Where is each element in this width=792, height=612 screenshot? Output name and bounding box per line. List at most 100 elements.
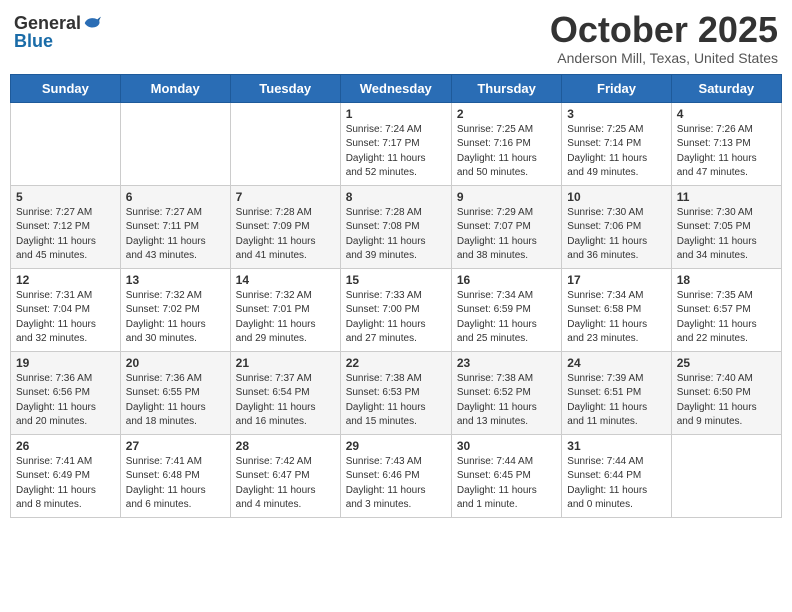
day-info: Sunrise: 7:29 AM Sunset: 7:07 PM Dayligh… bbox=[457, 206, 556, 264]
day-number: 17 bbox=[567, 273, 665, 287]
day-info: Sunrise: 7:24 AM Sunset: 7:17 PM Dayligh… bbox=[346, 123, 446, 181]
day-info: Sunrise: 7:32 AM Sunset: 7:01 PM Dayligh… bbox=[236, 289, 335, 347]
day-number: 30 bbox=[457, 439, 556, 453]
day-info: Sunrise: 7:34 AM Sunset: 6:59 PM Dayligh… bbox=[457, 289, 556, 347]
day-info: Sunrise: 7:32 AM Sunset: 7:02 PM Dayligh… bbox=[126, 289, 225, 347]
calendar-cell: 9Sunrise: 7:29 AM Sunset: 7:07 PM Daylig… bbox=[451, 185, 561, 268]
day-info: Sunrise: 7:44 AM Sunset: 6:44 PM Dayligh… bbox=[567, 455, 665, 513]
calendar-cell bbox=[120, 102, 230, 185]
page-header: General Blue October 2025 Anderson Mill,… bbox=[10, 10, 782, 66]
day-info: Sunrise: 7:36 AM Sunset: 6:56 PM Dayligh… bbox=[16, 372, 115, 430]
day-number: 3 bbox=[567, 107, 665, 121]
day-number: 21 bbox=[236, 356, 335, 370]
location-subtitle: Anderson Mill, Texas, United States bbox=[550, 50, 778, 66]
calendar-cell: 1 Sunrise: 7:24 AM Sunset: 7:17 PM Daylig… bbox=[340, 102, 451, 185]
calendar-cell: 17 Sunrise: 7:34 AM Sunset: 6:58 PM Dayli… bbox=[562, 268, 671, 351]
day-info: Sunrise: 7:42 AM Sunset: 6:47 PM Dayligh… bbox=[236, 455, 335, 513]
calendar-cell: 26 Sunrise: 7:41 AM Sunset: 6:49 PM Dayli… bbox=[11, 434, 121, 517]
calendar-cell: 7Sunrise: 7:28 AM Sunset: 7:09 PM Daylig… bbox=[230, 185, 340, 268]
calendar-cell: 15 Sunrise: 7:33 AM Sunset: 7:00 PM Dayli… bbox=[340, 268, 451, 351]
day-number: 11 bbox=[677, 190, 776, 204]
calendar-cell: 5 Sunrise: 7:27 AM Sunset: 7:12 PM Daylig… bbox=[11, 185, 121, 268]
calendar-cell bbox=[230, 102, 340, 185]
calendar-table: SundayMondayTuesdayWednesdayThursdayFrid… bbox=[10, 74, 782, 518]
calendar-week-row: 1 Sunrise: 7:24 AM Sunset: 7:17 PM Daylig… bbox=[11, 102, 782, 185]
day-number: 16 bbox=[457, 273, 556, 287]
calendar-cell: 4Sunrise: 7:26 AM Sunset: 7:13 PM Daylig… bbox=[671, 102, 781, 185]
calendar-cell: 19 Sunrise: 7:36 AM Sunset: 6:56 PM Dayli… bbox=[11, 351, 121, 434]
day-of-week-header: Sunday bbox=[11, 74, 121, 102]
day-info: Sunrise: 7:35 AM Sunset: 6:57 PM Dayligh… bbox=[677, 289, 776, 347]
day-number: 5 bbox=[16, 190, 115, 204]
day-of-week-header: Friday bbox=[562, 74, 671, 102]
day-number: 25 bbox=[677, 356, 776, 370]
day-info: Sunrise: 7:31 AM Sunset: 7:04 PM Dayligh… bbox=[16, 289, 115, 347]
calendar-cell: 28 Sunrise: 7:42 AM Sunset: 6:47 PM Dayli… bbox=[230, 434, 340, 517]
day-number: 1 bbox=[346, 107, 446, 121]
day-of-week-header: Wednesday bbox=[340, 74, 451, 102]
title-section: October 2025 Anderson Mill, Texas, Unite… bbox=[550, 10, 778, 66]
calendar-cell: 13 Sunrise: 7:32 AM Sunset: 7:02 PM Dayli… bbox=[120, 268, 230, 351]
day-info: Sunrise: 7:38 AM Sunset: 6:52 PM Dayligh… bbox=[457, 372, 556, 430]
calendar-cell: 6Sunrise: 7:27 AM Sunset: 7:11 PM Daylig… bbox=[120, 185, 230, 268]
day-info: Sunrise: 7:30 AM Sunset: 7:06 PM Dayligh… bbox=[567, 206, 665, 264]
day-info: Sunrise: 7:28 AM Sunset: 7:08 PM Dayligh… bbox=[346, 206, 446, 264]
calendar-week-row: 5 Sunrise: 7:27 AM Sunset: 7:12 PM Daylig… bbox=[11, 185, 782, 268]
calendar-cell: 8 Sunrise: 7:28 AM Sunset: 7:08 PM Daylig… bbox=[340, 185, 451, 268]
day-info: Sunrise: 7:38 AM Sunset: 6:53 PM Dayligh… bbox=[346, 372, 446, 430]
calendar-cell: 31Sunrise: 7:44 AM Sunset: 6:44 PM Dayli… bbox=[562, 434, 671, 517]
day-number: 10 bbox=[567, 190, 665, 204]
day-info: Sunrise: 7:27 AM Sunset: 7:12 PM Dayligh… bbox=[16, 206, 115, 264]
day-number: 15 bbox=[346, 273, 446, 287]
day-info: Sunrise: 7:41 AM Sunset: 6:48 PM Dayligh… bbox=[126, 455, 225, 513]
calendar-cell: 3 Sunrise: 7:25 AM Sunset: 7:14 PM Daylig… bbox=[562, 102, 671, 185]
logo-blue-text: Blue bbox=[14, 32, 101, 50]
day-number: 28 bbox=[236, 439, 335, 453]
day-number: 8 bbox=[346, 190, 446, 204]
day-number: 22 bbox=[346, 356, 446, 370]
calendar-week-row: 12 Sunrise: 7:31 AM Sunset: 7:04 PM Dayli… bbox=[11, 268, 782, 351]
calendar-header-row: SundayMondayTuesdayWednesdayThursdayFrid… bbox=[11, 74, 782, 102]
day-of-week-header: Thursday bbox=[451, 74, 561, 102]
logo-bird-icon bbox=[83, 14, 101, 32]
calendar-week-row: 26 Sunrise: 7:41 AM Sunset: 6:49 PM Dayli… bbox=[11, 434, 782, 517]
logo: General Blue bbox=[14, 14, 101, 50]
calendar-cell: 27Sunrise: 7:41 AM Sunset: 6:48 PM Dayli… bbox=[120, 434, 230, 517]
day-info: Sunrise: 7:37 AM Sunset: 6:54 PM Dayligh… bbox=[236, 372, 335, 430]
day-of-week-header: Saturday bbox=[671, 74, 781, 102]
calendar-cell: 21 Sunrise: 7:37 AM Sunset: 6:54 PM Dayli… bbox=[230, 351, 340, 434]
day-number: 19 bbox=[16, 356, 115, 370]
calendar-cell: 10 Sunrise: 7:30 AM Sunset: 7:06 PM Dayli… bbox=[562, 185, 671, 268]
day-info: Sunrise: 7:28 AM Sunset: 7:09 PM Dayligh… bbox=[236, 206, 335, 264]
calendar-cell: 23Sunrise: 7:38 AM Sunset: 6:52 PM Dayli… bbox=[451, 351, 561, 434]
day-number: 18 bbox=[677, 273, 776, 287]
day-info: Sunrise: 7:43 AM Sunset: 6:46 PM Dayligh… bbox=[346, 455, 446, 513]
day-info: Sunrise: 7:44 AM Sunset: 6:45 PM Dayligh… bbox=[457, 455, 556, 513]
day-info: Sunrise: 7:36 AM Sunset: 6:55 PM Dayligh… bbox=[126, 372, 225, 430]
day-info: Sunrise: 7:27 AM Sunset: 7:11 PM Dayligh… bbox=[126, 206, 225, 264]
logo-general-text: General bbox=[14, 14, 81, 32]
day-of-week-header: Monday bbox=[120, 74, 230, 102]
calendar-cell: 29Sunrise: 7:43 AM Sunset: 6:46 PM Dayli… bbox=[340, 434, 451, 517]
day-info: Sunrise: 7:25 AM Sunset: 7:14 PM Dayligh… bbox=[567, 123, 665, 181]
day-info: Sunrise: 7:40 AM Sunset: 6:50 PM Dayligh… bbox=[677, 372, 776, 430]
day-info: Sunrise: 7:25 AM Sunset: 7:16 PM Dayligh… bbox=[457, 123, 556, 181]
calendar-cell: 16 Sunrise: 7:34 AM Sunset: 6:59 PM Dayli… bbox=[451, 268, 561, 351]
calendar-cell: 12 Sunrise: 7:31 AM Sunset: 7:04 PM Dayli… bbox=[11, 268, 121, 351]
calendar-cell: 22 Sunrise: 7:38 AM Sunset: 6:53 PM Dayli… bbox=[340, 351, 451, 434]
calendar-cell: 25 Sunrise: 7:40 AM Sunset: 6:50 PM Dayli… bbox=[671, 351, 781, 434]
day-info: Sunrise: 7:34 AM Sunset: 6:58 PM Dayligh… bbox=[567, 289, 665, 347]
calendar-cell bbox=[11, 102, 121, 185]
day-number: 13 bbox=[126, 273, 225, 287]
calendar-week-row: 19 Sunrise: 7:36 AM Sunset: 6:56 PM Dayli… bbox=[11, 351, 782, 434]
calendar-cell bbox=[671, 434, 781, 517]
day-info: Sunrise: 7:39 AM Sunset: 6:51 PM Dayligh… bbox=[567, 372, 665, 430]
day-number: 26 bbox=[16, 439, 115, 453]
day-info: Sunrise: 7:30 AM Sunset: 7:05 PM Dayligh… bbox=[677, 206, 776, 264]
day-number: 4 bbox=[677, 107, 776, 121]
day-number: 24 bbox=[567, 356, 665, 370]
day-info: Sunrise: 7:33 AM Sunset: 7:00 PM Dayligh… bbox=[346, 289, 446, 347]
day-info: Sunrise: 7:41 AM Sunset: 6:49 PM Dayligh… bbox=[16, 455, 115, 513]
calendar-cell: 20Sunrise: 7:36 AM Sunset: 6:55 PM Dayli… bbox=[120, 351, 230, 434]
day-number: 12 bbox=[16, 273, 115, 287]
